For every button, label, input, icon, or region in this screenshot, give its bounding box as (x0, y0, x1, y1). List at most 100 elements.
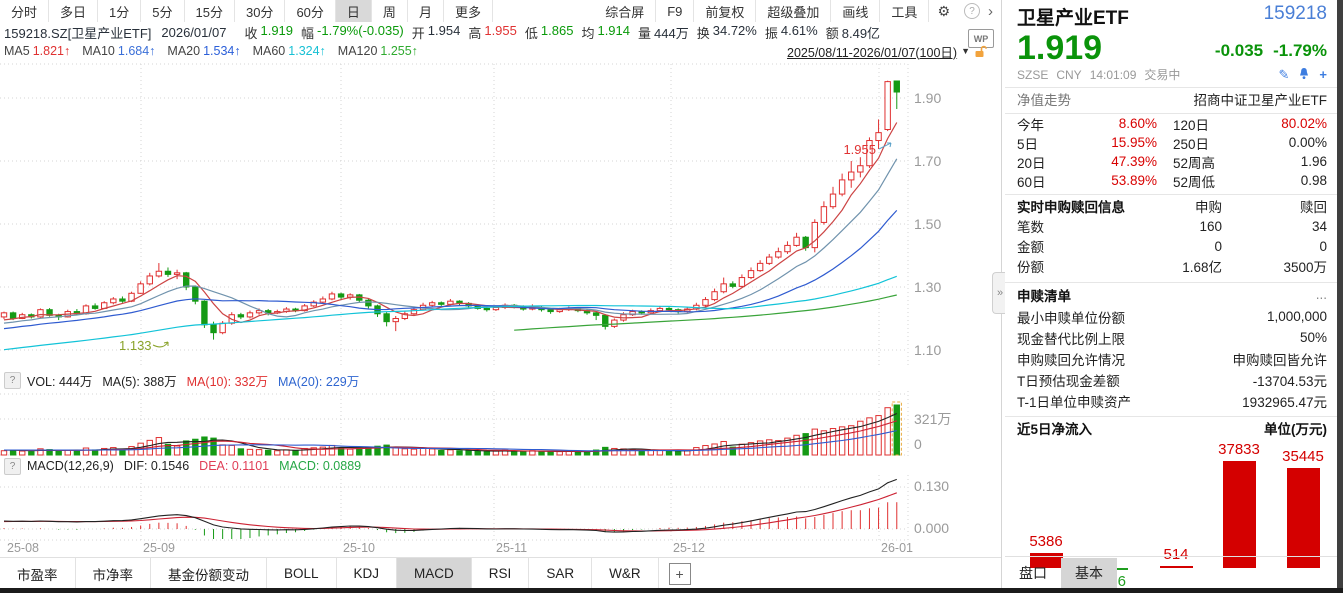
unlock-icon[interactable] (974, 45, 987, 58)
sub-row-subscribe-value: 1.68亿 (1087, 256, 1222, 276)
sub-row-redeem-value: 3500万 (1222, 256, 1327, 276)
ma-value: 1.255↑ (380, 44, 418, 58)
scrollbar[interactable] (1337, 0, 1343, 588)
sub-row-redeem-value: 34 (1222, 219, 1327, 234)
trading-app: 分时多日1分5分15分30分60分日周月更多 综合屏F9前复权超级叠加画线工具 … (0, 0, 1343, 593)
x-axis-label: 25-08 (7, 541, 39, 555)
subscribe-col-header: 申购 (1137, 196, 1222, 216)
volume-chart[interactable]: 321万0 (0, 391, 1001, 456)
sub-row-label: 份额 (1017, 256, 1087, 276)
quote-info-row: 159218.SZ[卫星产业ETF] 2026/01/07 收1.919幅-1.… (0, 22, 960, 42)
quote-field-label: 低 (525, 23, 538, 42)
indicator-tab-BOLL[interactable]: BOLL (267, 558, 337, 589)
macd-legend-items: MACD(12,26,9)DIF: 0.1546DEA: 0.1101MACD:… (27, 459, 371, 473)
tool-button-F9[interactable]: F9 (656, 0, 694, 22)
gear-icon[interactable]: ⚙ (929, 3, 958, 20)
indicator-tab-KDJ[interactable]: KDJ (337, 558, 398, 589)
macd-help-icon[interactable]: ? (4, 458, 21, 475)
indicator-tab-W&R[interactable]: W&R (592, 558, 659, 589)
tool-button-工具[interactable]: 工具 (880, 0, 929, 22)
candlestick-chart[interactable]: 1.901.701.501.301.101.9551.133 (0, 60, 1001, 370)
price-change: -0.035-1.79% (1205, 41, 1327, 64)
date-range-label[interactable]: 2025/08/11-2026/01/07(100日) (787, 42, 957, 61)
volume-help-icon[interactable]: ? (4, 372, 21, 389)
period-tab-60分[interactable]: 60分 (285, 0, 335, 22)
tool-button-综合屏[interactable]: 综合屏 (594, 0, 656, 22)
indicator-tab-SAR[interactable]: SAR (529, 558, 592, 589)
perf-value: 8.60% (1069, 116, 1157, 131)
quote-field-value: 1.955 (484, 23, 517, 42)
quote-field-value: 1.954 (428, 23, 461, 42)
ma-legend-MA20: MA201.534↑ (167, 44, 240, 58)
netflow-bar (1287, 468, 1320, 568)
perf-label: 250日 (1173, 133, 1239, 153)
alert-bell-icon[interactable] (1298, 67, 1310, 83)
add-indicator-button[interactable]: + (669, 563, 691, 585)
tool-button-画线[interactable]: 画线 (831, 0, 880, 22)
quote-field-label: 均 (581, 23, 594, 42)
quote-field-label: 振 (765, 23, 778, 42)
edit-icon[interactable]: ✎ (1279, 67, 1290, 83)
period-tab-多日[interactable]: 多日 (49, 0, 98, 22)
subscription-row: 金额00 (1005, 236, 1337, 256)
period-tabs: 分时多日1分5分15分30分60分日周月更多 (0, 0, 493, 22)
currency-label: CNY (1056, 68, 1081, 82)
panel-tab-基本[interactable]: 基本 (1061, 558, 1117, 589)
ma-value: 1.684↑ (118, 44, 156, 58)
quote-field-label: 幅 (301, 23, 314, 42)
indicator-tab-RSI[interactable]: RSI (472, 558, 530, 589)
help-icon[interactable]: ? (964, 3, 980, 19)
indicator-tab-基金份额变动[interactable]: 基金份额变动 (151, 558, 267, 589)
chevron-right-icon[interactable]: › (986, 3, 1001, 20)
symbol-code: 159218.SZ[卫星产业ETF] (4, 23, 151, 42)
period-tab-5分[interactable]: 5分 (141, 0, 184, 22)
svg-text:0.130: 0.130 (914, 478, 949, 494)
caret-down-icon[interactable]: ▼ (961, 46, 970, 56)
redemption-row: 现金替代比例上限50% (1005, 327, 1337, 348)
macd-chart[interactable]: 0.1300.000 (0, 475, 1001, 541)
tool-button-超级叠加[interactable]: 超级叠加 (756, 0, 831, 22)
nav-trend-label[interactable]: 净值走势 (1017, 89, 1071, 109)
svg-text:1.90: 1.90 (914, 90, 941, 106)
redemption-row-label: T日预估现金差额 (1017, 370, 1120, 390)
svg-text:1.133: 1.133 (119, 338, 152, 353)
svg-text:1.10: 1.10 (914, 342, 941, 358)
indicator-tab-MACD[interactable]: MACD (397, 558, 472, 589)
date-range-control[interactable]: 2025/08/11-2026/01/07(100日) ▼ (787, 42, 987, 61)
add-watchlist-icon[interactable]: + (1319, 67, 1327, 82)
performance-row: 今年8.60%120日80.02% (1005, 114, 1337, 133)
period-tab-日[interactable]: 日 (336, 0, 372, 22)
ma-label: MA10 (82, 44, 115, 58)
ma-value: 1.821↑ (33, 44, 71, 58)
period-tab-周[interactable]: 周 (372, 0, 408, 22)
chart-area: 分时多日1分5分15分30分60分日周月更多 综合屏F9前复权超级叠加画线工具 … (0, 0, 1002, 593)
quote-field-label: 额 (826, 23, 839, 42)
perf-label: 120日 (1173, 114, 1239, 134)
legend-item: DEA: 0.1101 (199, 459, 269, 473)
more-ellipsis[interactable]: ... (1316, 287, 1327, 302)
quote-panel: 卫星产业ETF 159218 1.919 -0.035-1.79% SZSE C… (1005, 0, 1337, 588)
quote-date: 2026/01/07 (161, 25, 226, 40)
quote-field-value: 34.72% (713, 23, 757, 42)
period-tab-月[interactable]: 月 (408, 0, 444, 22)
panel-tab-盘口[interactable]: 盘口 (1005, 558, 1061, 589)
period-tab-分时[interactable]: 分时 (0, 0, 49, 22)
sub-row-label: 金额 (1017, 236, 1087, 256)
indicator-tab-市净率[interactable]: 市净率 (76, 558, 152, 589)
period-tab-30分[interactable]: 30分 (235, 0, 285, 22)
period-tab-15分[interactable]: 15分 (185, 0, 235, 22)
ma-value: 1.324↑ (288, 44, 326, 58)
redeem-col-header: 赎回 (1222, 196, 1327, 216)
tool-button-前复权[interactable]: 前复权 (694, 0, 756, 22)
perf-label: 52周高 (1173, 152, 1239, 172)
indicator-tab-市盈率[interactable]: 市盈率 (0, 558, 76, 589)
trading-status: 交易中 (1144, 66, 1180, 83)
svg-text:321万: 321万 (914, 411, 951, 427)
svg-text:1.70: 1.70 (914, 153, 941, 169)
subscription-title: 实时申购赎回信息 (1017, 196, 1137, 216)
netflow-bar (1223, 461, 1256, 568)
performance-row: 5日15.95%250日0.00% (1005, 133, 1337, 152)
period-tab-1分[interactable]: 1分 (98, 0, 141, 22)
subscription-row: 份额1.68亿3500万 (1005, 256, 1337, 276)
period-tab-更多[interactable]: 更多 (444, 0, 493, 22)
